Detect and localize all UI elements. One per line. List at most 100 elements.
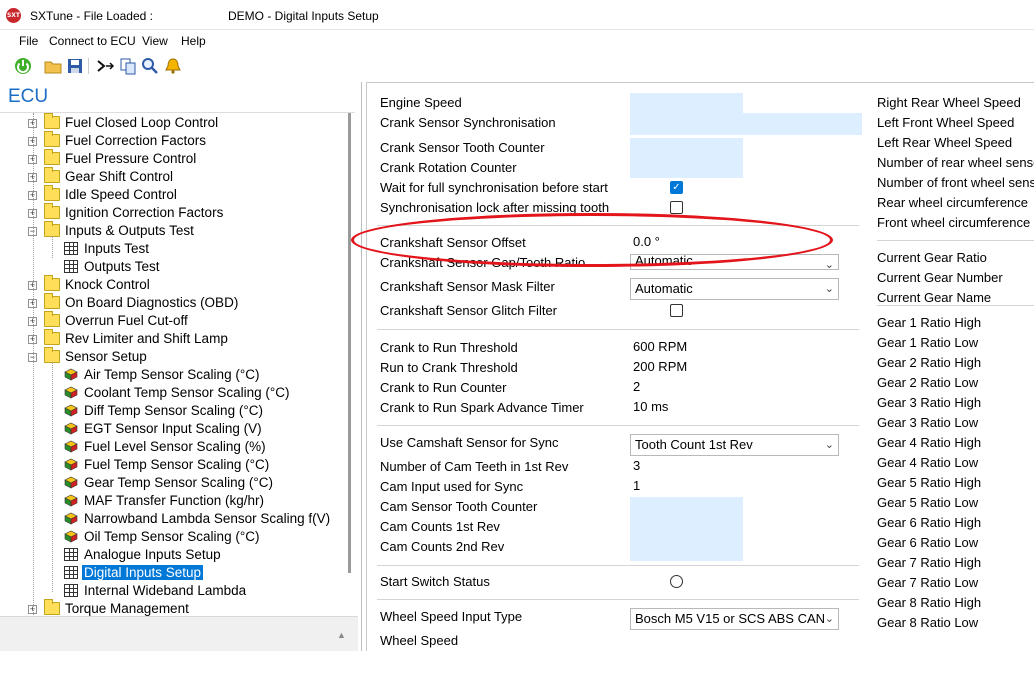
tree-item-label: Internal Wideband Lambda bbox=[84, 583, 247, 598]
ecu-tree: + Fuel Closed Loop Control + Fuel Correctio… bbox=[0, 112, 355, 699]
map-cube-icon bbox=[64, 458, 78, 471]
camshaft-sync-select[interactable]: Tooth Count 1st Rev ⌄ bbox=[630, 434, 839, 456]
tree-item-label: Inputs & Outputs Test bbox=[65, 223, 194, 238]
tree-item[interactable]: − Sensor Setup bbox=[0, 347, 340, 366]
tree-item[interactable]: Internal Wideband Lambda bbox=[0, 582, 340, 600]
open-folder-icon[interactable] bbox=[43, 56, 63, 76]
tree-item[interactable]: Fuel Temp Sensor Scaling (°C) bbox=[0, 456, 340, 474]
tree-item[interactable]: + Fuel Closed Loop Control bbox=[0, 113, 340, 132]
tree-scrollbar[interactable] bbox=[343, 113, 355, 613]
mask-filter-select[interactable]: Automatic ⌄ bbox=[630, 278, 839, 300]
field-label: Wait for full synchronisation before sta… bbox=[380, 180, 608, 195]
right-field-label: Right Rear Wheel Speed bbox=[877, 95, 1021, 110]
copy-icon[interactable] bbox=[118, 56, 138, 76]
cam-teeth-input[interactable]: 3 bbox=[630, 456, 743, 476]
folder-icon bbox=[44, 131, 60, 147]
tree-item-label: Coolant Temp Sensor Scaling (°C) bbox=[84, 385, 290, 400]
menu-view[interactable]: View bbox=[142, 34, 168, 48]
engine-speed-readout bbox=[630, 93, 743, 113]
document-title: DEMO - Digital Inputs Setup bbox=[228, 9, 379, 23]
spark-advance-timer-input[interactable]: 10 ms bbox=[630, 397, 743, 419]
tree-item[interactable]: + Overrun Fuel Cut-off bbox=[0, 311, 340, 330]
tree-item[interactable]: + Ignition Correction Factors bbox=[0, 203, 340, 222]
tree-item[interactable]: Analogue Inputs Setup bbox=[0, 546, 340, 564]
tree-item[interactable]: Oil Temp Sensor Scaling (°C) bbox=[0, 528, 340, 546]
scroll-up-arrow-icon[interactable]: ▲ bbox=[337, 630, 346, 640]
field-label: Engine Speed bbox=[380, 95, 462, 110]
tree-item-label: Analogue Inputs Setup bbox=[84, 547, 221, 562]
folder-icon bbox=[44, 113, 60, 129]
tree-item[interactable]: + Knock Control bbox=[0, 275, 340, 294]
map-cube-icon bbox=[64, 530, 78, 543]
run-to-crank-threshold-input[interactable]: 200 RPM bbox=[630, 357, 743, 377]
tree-item[interactable]: MAF Transfer Function (kg/hr) bbox=[0, 492, 340, 510]
tree-item[interactable]: Inputs Test bbox=[0, 240, 340, 258]
section-divider bbox=[377, 329, 859, 330]
tree-item[interactable]: Coolant Temp Sensor Scaling (°C) bbox=[0, 384, 340, 402]
tree-item[interactable]: EGT Sensor Input Scaling (V) bbox=[0, 420, 340, 438]
chevron-down-icon: ⌄ bbox=[824, 613, 834, 625]
field-label: Cam Input used for Sync bbox=[380, 479, 524, 494]
field-label: Wheel Speed bbox=[380, 633, 459, 648]
tree-item-label: Fuel Correction Factors bbox=[65, 133, 207, 148]
right-field-label: Gear 2 Ratio Low bbox=[877, 375, 979, 390]
field-label: Run to Crank Threshold bbox=[380, 360, 518, 375]
search-icon[interactable] bbox=[140, 56, 160, 76]
tree-item-label: Air Temp Sensor Scaling (°C) bbox=[84, 367, 260, 382]
tree-item-label: Oil Temp Sensor Scaling (°C) bbox=[84, 529, 260, 544]
right-field-label: Number of rear wheel sensors bbox=[877, 155, 1034, 170]
field-label: Crankshaft Sensor Glitch Filter bbox=[380, 303, 558, 318]
tree-item[interactable]: + Rev Limiter and Shift Lamp bbox=[0, 329, 340, 348]
tree-scrollbar-thumb[interactable] bbox=[348, 113, 351, 573]
tree-bottom-strip: ▲ bbox=[0, 616, 358, 651]
tree-item[interactable]: + Fuel Pressure Control bbox=[0, 149, 340, 168]
field-label: Cam Counts 1st Rev bbox=[380, 519, 500, 534]
tree-item[interactable]: + Fuel Correction Factors bbox=[0, 131, 340, 150]
tree-item[interactable]: Outputs Test bbox=[0, 258, 340, 276]
glitch-filter-checkbox[interactable] bbox=[670, 304, 683, 317]
crank-to-run-threshold-input[interactable]: 600 RPM bbox=[630, 337, 743, 357]
toolbar bbox=[0, 52, 1034, 79]
chevron-down-icon: ⌄ bbox=[824, 283, 834, 295]
tree-item[interactable]: Gear Temp Sensor Scaling (°C) bbox=[0, 474, 340, 492]
field-label: Crank Sensor Synchronisation bbox=[380, 115, 556, 130]
wheel-speed-type-select[interactable]: Bosch M5 V15 or SCS ABS CAN ⌄ bbox=[630, 608, 839, 630]
tree-item[interactable]: Air Temp Sensor Scaling (°C) bbox=[0, 366, 340, 384]
cam-input-sync-input[interactable]: 1 bbox=[630, 476, 743, 496]
tree-item[interactable]: + Gear Shift Control bbox=[0, 167, 340, 186]
field-label: Wheel Speed Input Type bbox=[380, 609, 523, 624]
save-icon[interactable] bbox=[65, 56, 85, 76]
tree-item[interactable]: Fuel Level Sensor Scaling (%) bbox=[0, 438, 340, 456]
alert-icon[interactable] bbox=[163, 56, 183, 76]
ecu-tree-header: ECU bbox=[8, 86, 49, 107]
menu-file[interactable]: File bbox=[19, 34, 38, 48]
crank-tooth-counter-readout bbox=[630, 138, 743, 158]
start-switch-status-indicator bbox=[670, 575, 683, 588]
tree-item[interactable]: + On Board Diagnostics (OBD) bbox=[0, 293, 340, 312]
power-icon[interactable] bbox=[13, 56, 33, 76]
tree-item-label: Fuel Closed Loop Control bbox=[65, 115, 219, 130]
tree-item[interactable]: + Idle Speed Control bbox=[0, 185, 340, 204]
tree-item[interactable]: − Inputs & Outputs Test bbox=[0, 221, 340, 240]
right-field-label: Current Gear Number bbox=[877, 270, 1003, 285]
menu-connect-to-ecu[interactable]: Connect to ECU bbox=[49, 34, 136, 48]
wait-full-sync-checkbox[interactable]: ✓ bbox=[670, 181, 683, 194]
map-cube-icon bbox=[64, 440, 78, 453]
menu-help[interactable]: Help bbox=[181, 34, 206, 48]
tree-item[interactable]: Digital Inputs Setup bbox=[0, 564, 340, 582]
folder-icon bbox=[44, 203, 60, 219]
right-field-label: Gear 4 Ratio Low bbox=[877, 455, 979, 470]
compare-icon[interactable] bbox=[95, 56, 115, 76]
crank-to-run-counter-input[interactable]: 2 bbox=[630, 377, 743, 397]
ecu-tree-panel: ECU + Fuel Closed Loop Control + Fuel Corre… bbox=[0, 82, 362, 651]
field-label: Crank to Run Counter bbox=[380, 380, 507, 395]
tree-item-label: Sensor Setup bbox=[65, 349, 147, 364]
sync-lock-checkbox[interactable] bbox=[670, 201, 683, 214]
tree-item[interactable]: Narrowband Lambda Sensor Scaling f(V) bbox=[0, 510, 340, 528]
tree-item[interactable]: Diff Temp Sensor Scaling (°C) bbox=[0, 402, 340, 420]
folder-icon bbox=[44, 167, 60, 183]
tree-item-label: Idle Speed Control bbox=[65, 187, 177, 202]
map-cube-icon bbox=[64, 404, 78, 417]
field-label: Crank to Run Spark Advance Timer bbox=[380, 400, 584, 415]
section-divider bbox=[377, 599, 859, 600]
